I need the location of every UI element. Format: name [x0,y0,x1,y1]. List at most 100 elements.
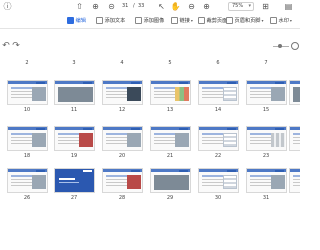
page-number-label: 19 [70,153,78,159]
header-footer-button[interactable]: 页眉和页脚 ▾ [226,15,263,25]
thumbnail-logo [36,128,45,130]
link-button[interactable]: 链接 ▾ [171,15,193,25]
page-thumbnail[interactable] [198,126,239,151]
thumbnail-l1 [250,175,272,177]
thumbnail-logo [275,128,284,130]
page-thumbnail[interactable] [150,126,191,151]
thumbnail-logo [36,170,45,172]
page-thumbnail[interactable] [246,168,287,193]
thumbnail-l1 [250,133,272,135]
thumbnail-pic [271,133,285,147]
thumbnail-logo [83,82,92,84]
zoom-out-icon[interactable]: ⊖ [186,1,197,12]
upload-icon[interactable]: ⇧ [74,1,85,12]
zoom-select[interactable]: 75% ▾ [228,2,254,11]
page-thumbnail[interactable] [289,126,300,151]
page-number-label: 2 [25,60,29,66]
thumbnail-l1 [154,133,176,135]
add-text-button[interactable]: 添加文本 [96,15,125,25]
page-thumbnail[interactable] [7,80,48,105]
thumbnail-l1 [59,178,75,180]
thumbnail-pic [175,133,189,147]
page-thumbnail[interactable] [198,80,239,105]
fit-icon[interactable]: ⊞ [260,1,271,12]
page-thumbnail[interactable] [246,80,287,105]
page-number-label: 20 [118,153,126,159]
page-thumbnail[interactable] [102,168,143,193]
crop-pages-button[interactable]: 裁剪页面 [198,15,227,25]
thumbnail-logo [227,128,236,130]
toolbar-divider [0,28,300,29]
page-thumbnail[interactable] [246,126,287,151]
redo-icon[interactable]: ↷ [11,41,21,51]
hand-icon[interactable]: ✋ [170,1,181,12]
slider-handle[interactable] [278,44,282,48]
page-thumbnail[interactable] [7,168,48,193]
page-thumbnail[interactable] [289,80,300,105]
download-icon[interactable]: ⊕ [90,1,101,12]
thumbnail-l4 [293,143,300,144]
thumbnail-pic [32,175,46,189]
thumbnail-l2 [293,179,300,180]
thumbnail-pic [127,87,141,101]
thumbnail-l1 [202,133,224,135]
chevron-down-icon: ▾ [289,17,292,23]
top-toolbar: ⓘ ⇧ ⊕ ⊝ 31 / 33 ↖ ✋ ⊖ ⊕ 75% ▾ ⊞ ▤ [0,0,300,13]
chevron-down-icon: ▾ [190,17,193,23]
thumbnail-logo [131,170,140,172]
undo-icon[interactable]: ↶ [1,41,11,51]
edit-toolbar: 编辑 添加文本 添加图像 链接 ▾ 裁剪页面 页眉和页脚 ▾ 水印 ▾ [0,13,300,27]
thumbnail-l1 [11,87,33,89]
add-image-button[interactable]: 添加图像 [135,15,164,25]
thumbnail-band [290,169,300,172]
page-total: 33 [138,3,145,9]
page-number-label: 6 [216,60,220,66]
thumbnail-logo [131,82,140,84]
thumbnail-logo [36,82,45,84]
thumbnail-logo [131,128,140,130]
watermark-icon [270,16,277,24]
thumbnail-logo [179,128,188,130]
page-thumbnail[interactable] [102,126,143,151]
page-thumbnail[interactable] [289,168,300,193]
page-number-label: 23 [262,153,270,159]
thumbnail-l1 [154,87,176,89]
thumbnail-pic [32,87,46,101]
thumbnail-band [290,127,300,130]
thumbnail-logo [275,82,284,84]
page-number-label: 27 [70,195,78,201]
thumbnail-l3 [293,182,300,183]
thumbnail-pic [32,133,46,147]
thumbnail-logo [83,170,92,172]
up-icon[interactable]: ⊝ [106,1,117,12]
page-thumbnail[interactable] [150,80,191,105]
sidebar-icon[interactable]: ▤ [283,1,294,12]
zoom-in-icon[interactable]: ⊕ [201,1,212,12]
page-thumbnail[interactable] [102,80,143,105]
thumbnail-pic [175,87,189,101]
thumbnail-pic [223,133,237,147]
page-thumbnail[interactable] [198,168,239,193]
page-thumbnail[interactable] [7,126,48,151]
page-current[interactable]: 31 [122,3,128,9]
thumbnail-logo [227,170,236,172]
zoom-value: 75% [232,3,244,9]
page-thumbnail[interactable] [54,80,95,105]
cursor-icon[interactable]: ↖ [156,1,167,12]
page-thumbnail[interactable] [54,168,95,193]
page-thumbnail[interactable] [150,168,191,193]
page-thumbnail[interactable] [54,126,95,151]
header-footer-icon [226,16,233,24]
chevron-down-icon: ▾ [261,17,264,23]
info-icon[interactable]: ⓘ [2,1,13,12]
page-number-label: 22 [214,153,222,159]
thumbnail-pic [79,133,93,147]
thumbnail-l2 [59,182,79,183]
thumbnail-l1 [106,133,128,135]
thumbnail-zoom-in-icon[interactable] [291,42,299,50]
watermark-button[interactable]: 水印 ▾ [270,15,292,25]
thumbnail-pic [58,87,93,102]
thumbnail-l1 [293,175,300,177]
edit-button[interactable]: 编辑 [67,15,86,25]
text-icon [96,16,103,24]
